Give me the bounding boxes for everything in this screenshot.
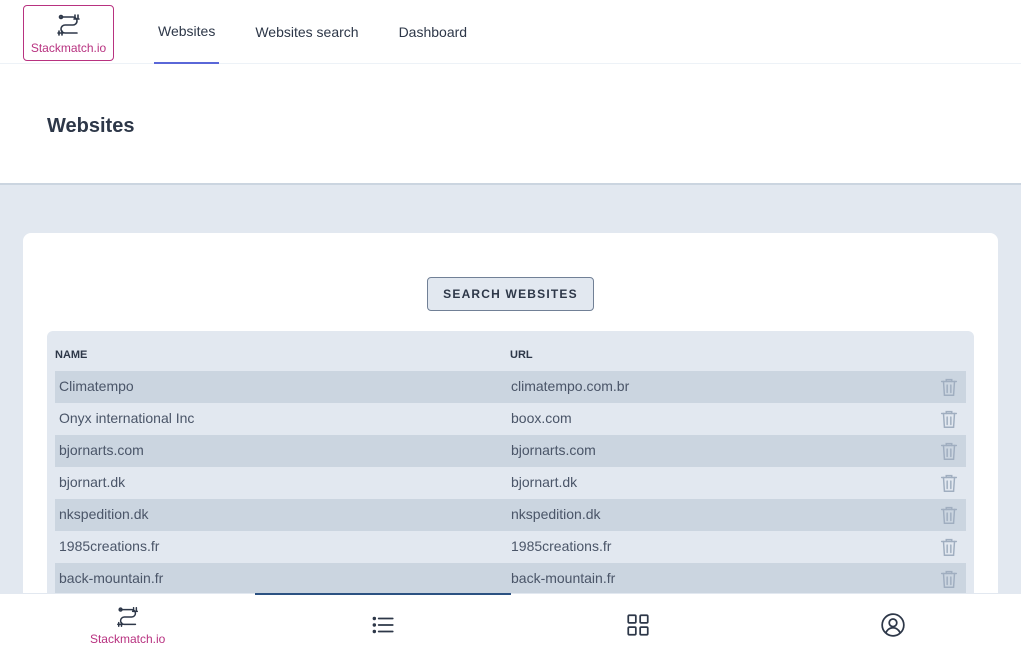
stackmatch-logo-icon	[116, 606, 138, 627]
delete-button[interactable]	[938, 376, 960, 398]
logo[interactable]: Stackmatch.io	[23, 5, 114, 61]
column-header-url: URL	[510, 349, 533, 361]
trash-icon	[940, 474, 958, 492]
delete-button[interactable]	[938, 472, 960, 494]
bottom-navbar: Stackmatch.io	[0, 593, 1021, 655]
table-row[interactable]: 1985creations.fr 1985creations.fr	[55, 531, 966, 563]
website-url: climatempo.com.br	[511, 378, 630, 394]
table-body: Climatempo climatempo.com.br Onyx intern…	[55, 371, 966, 595]
table-row[interactable]: Climatempo climatempo.com.br	[55, 371, 966, 403]
website-url: bjornarts.com	[511, 442, 596, 458]
website-name: Onyx international Inc	[59, 410, 195, 426]
search-websites-button[interactable]: SEARCH WEBSITES	[427, 277, 594, 311]
website-name: bjornart.dk	[59, 474, 126, 490]
website-url: bjornart.dk	[511, 474, 578, 490]
grid-icon	[627, 613, 649, 636]
table-row[interactable]: nkspedition.dk nkspedition.dk	[55, 499, 966, 531]
table-row[interactable]: bjornart.dk bjornart.dk	[55, 467, 966, 499]
delete-button[interactable]	[938, 568, 960, 590]
website-name: nkspedition.dk	[59, 506, 149, 522]
trash-icon	[940, 442, 958, 460]
website-name: 1985creations.fr	[59, 538, 160, 554]
table-row[interactable]: bjornarts.com bjornarts.com	[55, 435, 966, 467]
trash-icon	[940, 538, 958, 556]
trash-icon	[940, 410, 958, 428]
website-url: boox.com	[511, 410, 572, 426]
main-nav: Websites Websites search Dashboard	[154, 0, 503, 64]
table-row[interactable]: back-mountain.fr back-mountain.fr	[55, 563, 966, 595]
bottom-tab-list[interactable]	[255, 593, 511, 655]
nav-websites[interactable]: Websites	[154, 0, 220, 64]
stackmatch-logo-icon	[56, 14, 80, 36]
page-title: Websites	[47, 115, 135, 137]
bottom-tab-home[interactable]: Stackmatch.io	[0, 594, 255, 655]
delete-button[interactable]	[938, 440, 960, 462]
delete-button[interactable]	[938, 408, 960, 430]
website-url: nkspedition.dk	[511, 506, 601, 522]
trash-icon	[940, 570, 958, 588]
website-url: 1985creations.fr	[511, 538, 612, 554]
table-row[interactable]: Onyx international Inc boox.com	[55, 403, 966, 435]
trash-icon	[940, 506, 958, 524]
website-name: bjornarts.com	[59, 442, 144, 458]
top-navbar: Stackmatch.io Websites Websites search D…	[0, 0, 1021, 64]
website-name: Climatempo	[59, 378, 134, 394]
trash-icon	[940, 378, 958, 396]
column-header-name: NAME	[55, 349, 88, 361]
logo-text: Stackmatch.io	[30, 41, 107, 55]
user-circle-icon	[881, 612, 906, 637]
list-icon	[372, 616, 394, 633]
nav-dashboard[interactable]: Dashboard	[395, 0, 472, 64]
website-url: back-mountain.fr	[511, 570, 616, 586]
bottom-tab-label: Stackmatch.io	[89, 631, 166, 646]
delete-button[interactable]	[938, 504, 960, 526]
page-header: Websites	[0, 64, 1021, 185]
nav-websites-search[interactable]: Websites search	[251, 0, 362, 64]
bottom-tab-grid[interactable]	[511, 594, 766, 655]
websites-card: SEARCH WEBSITES NAME URL Climatempo clim…	[23, 233, 998, 655]
table-header: NAME URL	[55, 347, 966, 371]
delete-button[interactable]	[938, 536, 960, 558]
bottom-tab-profile[interactable]	[766, 594, 1021, 655]
website-name: back-mountain.fr	[59, 570, 164, 586]
